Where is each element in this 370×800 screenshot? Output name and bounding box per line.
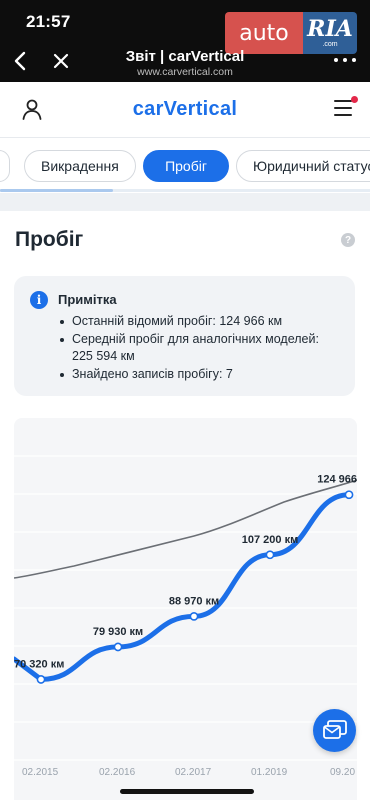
section-divider xyxy=(0,193,370,211)
menu-icon[interactable] xyxy=(334,96,358,120)
mileage-point-4 xyxy=(344,490,354,500)
x-tick-label-2: 02.2017 xyxy=(175,767,212,778)
site-header: carVertical xyxy=(0,82,370,138)
mileage-chart-svg: 70 320 км 79 930 км 88 970 км 107 200 км 124… xyxy=(14,455,357,778)
tabs-scroll-indicator xyxy=(0,189,370,192)
mileage-data-label-3: 107 200 км xyxy=(242,534,298,546)
x-tick-label-3: 01.2019 xyxy=(251,767,288,778)
mileage-point-3 xyxy=(265,550,275,560)
mileage-point-1 xyxy=(113,642,123,652)
note-title: Примітка xyxy=(58,292,117,307)
mileage-data-label-2: 88 970 км xyxy=(169,595,219,607)
help-icon[interactable]: ? xyxy=(341,233,355,247)
mileage-series-line xyxy=(14,492,352,682)
home-indicator xyxy=(120,789,254,794)
tab-previous-partial[interactable] xyxy=(0,150,10,182)
x-tick-label-1: 02.2016 xyxy=(99,767,136,778)
mileage-chart: 70 320 км 79 930 км 88 970 км 107 200 км 124… xyxy=(14,418,357,800)
status-time: 21:57 xyxy=(26,12,71,31)
browser-page-title: Звіт | carVertical xyxy=(125,48,245,65)
more-options-icon[interactable] xyxy=(334,58,356,66)
note-item-average-mileage: Середній пробіг для аналогічних моделей:… xyxy=(58,331,343,366)
notification-dot xyxy=(351,96,358,103)
mileage-note: i Примітка Останній відомий пробіг: 124 … xyxy=(14,276,355,396)
x-tick-label-0: 02.2015 xyxy=(22,767,59,778)
tab-mileage[interactable]: Пробіг xyxy=(143,150,229,182)
mileage-point-2 xyxy=(189,611,199,621)
mileage-point-0 xyxy=(36,675,46,684)
section-title: Пробіг xyxy=(15,228,84,251)
mileage-data-label-1: 79 930 км xyxy=(93,626,143,638)
mileage-data-label-4: 124 966 xyxy=(317,474,357,486)
chat-button[interactable] xyxy=(313,709,356,752)
ria-badge-ria-text: RIA xyxy=(307,16,353,42)
carvertical-logo[interactable]: carVertical xyxy=(0,98,370,121)
x-tick-label-4: 09.20 xyxy=(330,767,355,778)
report-tabs: Викрадення Пробіг Юридичний статус xyxy=(0,139,370,193)
ria-badge-domain: .com xyxy=(322,41,338,48)
mileage-data-label-0: 70 320 км xyxy=(14,658,64,670)
chat-icon xyxy=(322,719,347,739)
browser-url: www.carvertical.com xyxy=(137,66,233,78)
tab-theft[interactable]: Викрадення xyxy=(24,150,136,182)
info-icon: i xyxy=(30,291,48,309)
note-list: Останній відомий пробіг: 124 966 км Сере… xyxy=(58,313,343,383)
tab-legal-status[interactable]: Юридичний статус xyxy=(236,150,370,182)
browser-chrome: 21:57 auto RIA .com Звіт | carVertical w… xyxy=(0,0,370,82)
note-item-last-mileage: Останній відомий пробіг: 124 966 км xyxy=(58,313,343,331)
note-item-record-count: Знайдено записів пробігу: 7 xyxy=(58,366,343,384)
